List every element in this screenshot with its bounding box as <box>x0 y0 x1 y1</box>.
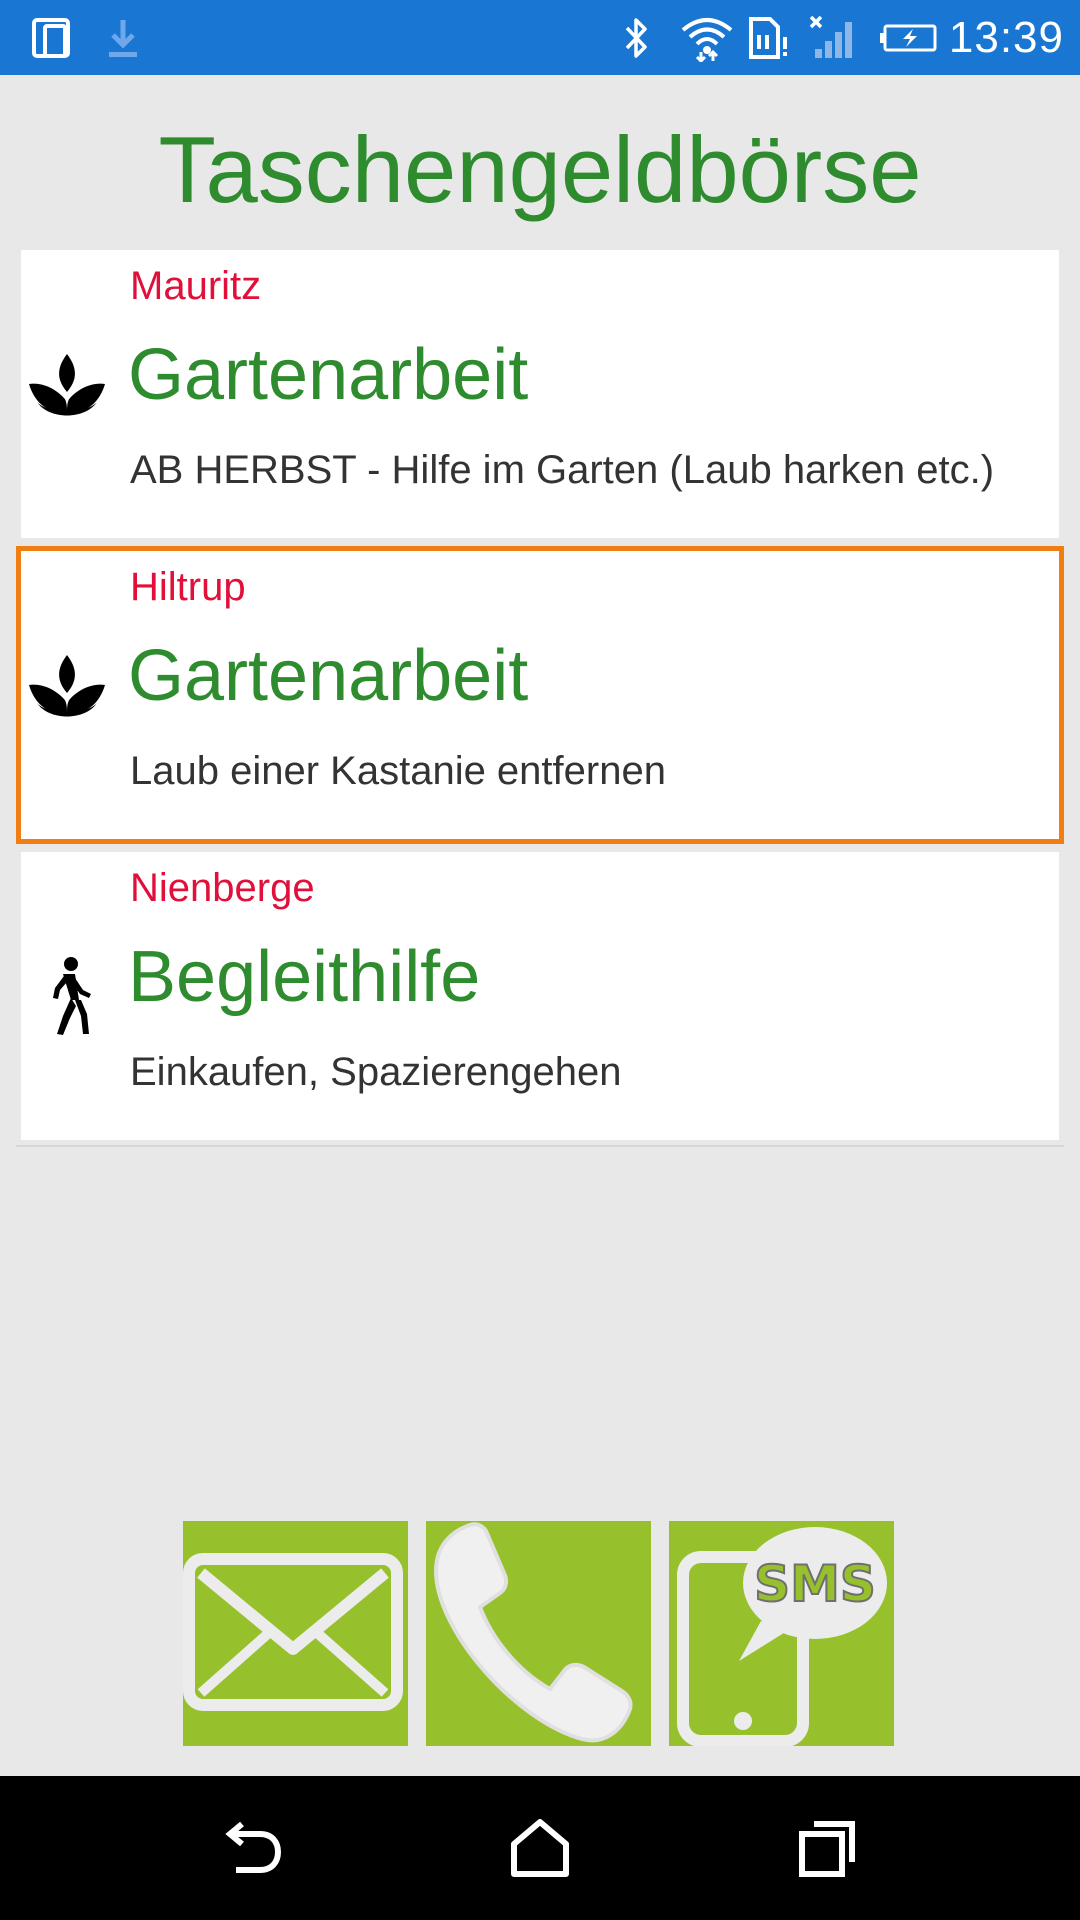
battery-icon <box>878 0 940 75</box>
job-description: Laub einer Kastanie entfernen <box>130 749 666 793</box>
email-button[interactable] <box>183 1521 408 1746</box>
status-clock: 13:39 <box>948 13 1064 62</box>
page-title: Taschengeldbörse <box>158 117 922 222</box>
sms-label: SMS <box>754 1555 876 1613</box>
home-icon <box>511 1819 569 1877</box>
back-icon <box>225 1821 282 1873</box>
job-description: Einkaufen, Spazierengehen <box>130 1050 622 1094</box>
recents-icon <box>799 1821 855 1877</box>
job-description: AB HERBST - Hilfe im Garten (Laub harken… <box>130 448 995 492</box>
phone-button[interactable] <box>426 1521 651 1746</box>
envelope-icon <box>183 1553 403 1711</box>
wifi-icon <box>680 0 734 75</box>
plant-icon <box>27 348 107 428</box>
signal-icon <box>808 0 860 75</box>
recents-button[interactable] <box>792 1812 864 1884</box>
status-bar: 13:39 <box>0 0 1080 75</box>
job-card-mauritz[interactable]: Mauritz Gartenarbeit AB HERBST - Hilfe i… <box>21 250 1059 538</box>
job-title: Begleithilfe <box>128 937 481 1017</box>
sim-icon <box>748 0 792 75</box>
back-button[interactable] <box>216 1812 288 1884</box>
device-icon <box>30 0 72 75</box>
sms-icon: SMS <box>677 1527 887 1746</box>
sms-button[interactable]: SMS <box>669 1521 894 1746</box>
phone-icon <box>433 1522 633 1743</box>
job-location: Nienberge <box>130 866 315 910</box>
bluetooth-icon <box>620 0 654 75</box>
nav-bar <box>0 1776 1080 1920</box>
job-location: Hiltrup <box>130 565 246 609</box>
job-card-nienberge[interactable]: Nienberge Begleithilfe Einkaufen, Spazie… <box>21 852 1059 1140</box>
job-title: Gartenarbeit <box>128 335 529 415</box>
job-card-hiltrup[interactable]: Hiltrup Gartenarbeit Laub einer Kastanie… <box>16 546 1064 844</box>
job-title: Gartenarbeit <box>128 636 529 716</box>
job-location: Mauritz <box>130 264 262 308</box>
download-icon <box>105 0 141 75</box>
home-button[interactable] <box>504 1812 576 1884</box>
walking-person-icon <box>27 956 107 1036</box>
list-divider <box>16 1145 1064 1147</box>
plant-icon <box>27 649 107 729</box>
